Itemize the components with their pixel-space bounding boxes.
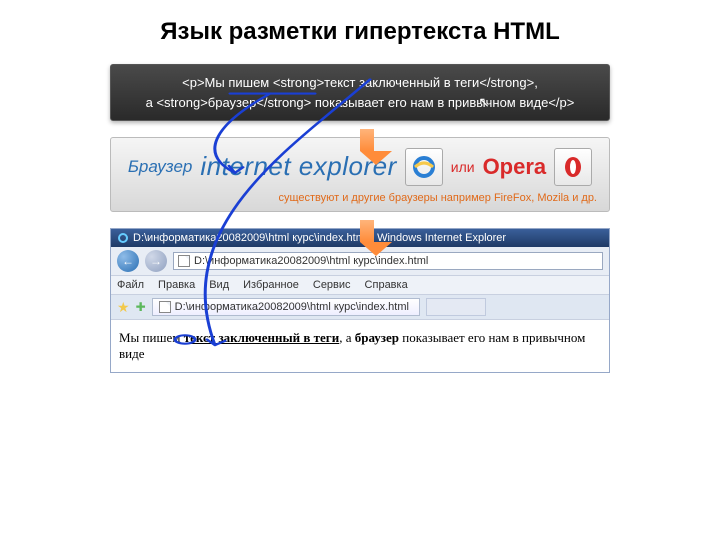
browser-label: Браузер [128, 157, 193, 177]
opera-icon [554, 148, 592, 186]
ie-window-icon [117, 232, 129, 244]
page-icon [159, 301, 171, 313]
slide-area: <p>Мы пишем <strong>текст заключенный в … [110, 64, 610, 373]
ie-menubar: Файл Правка Вид Избранное Сервис Справка [111, 276, 609, 295]
code-line-2: а <strong>браузер</strong> показывает ег… [121, 93, 599, 113]
browser-tab[interactable]: D:\информатика20082009\html курс\index.h… [152, 298, 420, 316]
menu-view[interactable]: Вид [209, 279, 229, 291]
content-strong: браузер [355, 330, 399, 345]
ie-title-text: D:\информатика20082009\html курс\index.h… [133, 232, 506, 244]
menu-edit[interactable]: Правка [158, 279, 195, 291]
back-button[interactable]: ← [117, 250, 139, 272]
ie-icon [405, 148, 443, 186]
address-text: D:\информатика20082009\html курс\index.h… [194, 255, 428, 267]
page-icon [178, 255, 190, 267]
content-strong: текст заключенный в теги [184, 330, 339, 345]
menu-file[interactable]: Файл [117, 279, 144, 291]
browser-note: существуют и другие браузеры например Fi… [123, 192, 597, 205]
menu-help[interactable]: Справка [365, 279, 408, 291]
page-title: Язык разметки гипертекста HTML [0, 18, 720, 46]
new-tab-button[interactable] [426, 298, 486, 316]
content-text: , а [339, 330, 355, 345]
opera-label: Opera [483, 154, 547, 180]
add-favorite-icon[interactable]: ✚ [136, 300, 146, 314]
forward-button[interactable]: → [145, 250, 167, 272]
or-label: или [451, 159, 475, 176]
html-source-box: <p>Мы пишем <strong>текст заключенный в … [110, 64, 610, 121]
menu-tools[interactable]: Сервис [313, 279, 351, 291]
code-line-1: <p>Мы пишем <strong>текст заключенный в … [121, 73, 599, 93]
favorites-star-icon[interactable]: ★ [117, 299, 130, 316]
menu-favorites[interactable]: Избранное [243, 279, 299, 291]
ie-page-content: Мы пишем текст заключенный в теги, а бра… [111, 320, 609, 372]
cursor-icon: ↖ [478, 92, 490, 113]
ie-tabbar: ★ ✚ D:\информатика20082009\html курс\ind… [111, 295, 609, 320]
content-text: Мы пишем [119, 330, 184, 345]
tab-label: D:\информатика20082009\html курс\index.h… [175, 301, 409, 313]
